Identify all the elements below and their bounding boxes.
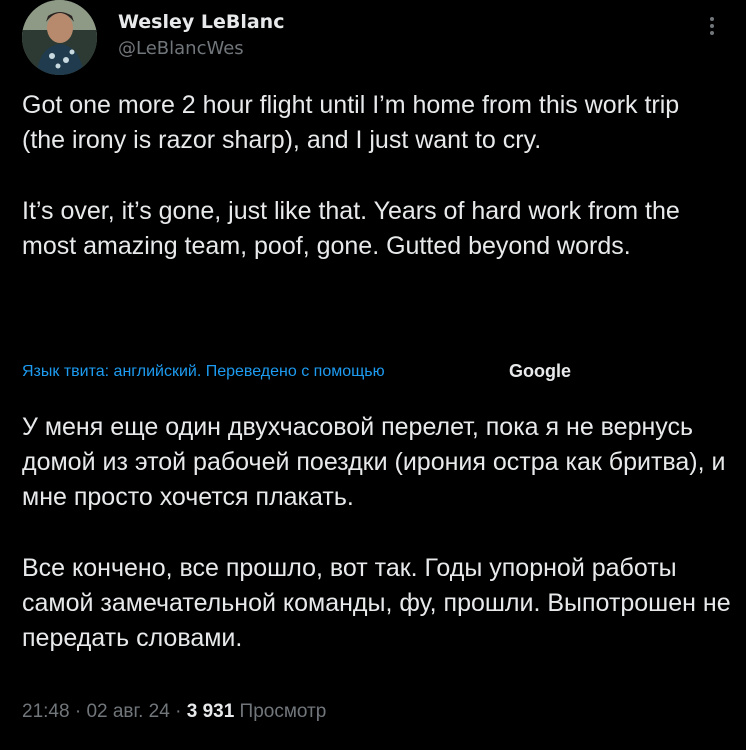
tweet-time[interactable]: 21:48 (22, 701, 70, 722)
tweet-paragraph-2: It’s over, it’s gone, just like that. Ye… (22, 197, 680, 260)
translation-notice[interactable]: Язык твита: английский. Переведено с пом… (22, 363, 385, 381)
translated-text: У меня еще один двухчасовой перелет, пок… (22, 410, 732, 656)
tweet-date[interactable]: 02 авг. 24 (86, 701, 169, 722)
meta-separator: · (69, 701, 87, 722)
more-vertical-icon[interactable] (702, 14, 722, 44)
author-handle[interactable]: @LeBlancWes (118, 38, 244, 59)
avatar[interactable] (22, 0, 97, 75)
tweet-meta: 21:48 · 02 авг. 24 · 3 931 Просмотр (22, 701, 326, 723)
author-name[interactable]: Wesley LeBlanc (118, 11, 284, 33)
google-logo: Google (509, 361, 571, 381)
meta-separator: · (169, 701, 187, 722)
translated-paragraph-1: У меня еще один двухчасовой перелет, пок… (22, 413, 726, 511)
tweet-text: Got one more 2 hour flight until I’m hom… (22, 88, 722, 264)
view-label: Просмотр (234, 701, 327, 722)
tweet-paragraph-1: Got one more 2 hour flight until I’m hom… (22, 91, 680, 154)
translated-paragraph-2: Все кончено, все прошло, вот так. Годы у… (22, 554, 731, 652)
view-count: 3 931 (186, 701, 235, 722)
tweet-header: Wesley LeBlanc @LeBlancWes (22, 0, 722, 75)
